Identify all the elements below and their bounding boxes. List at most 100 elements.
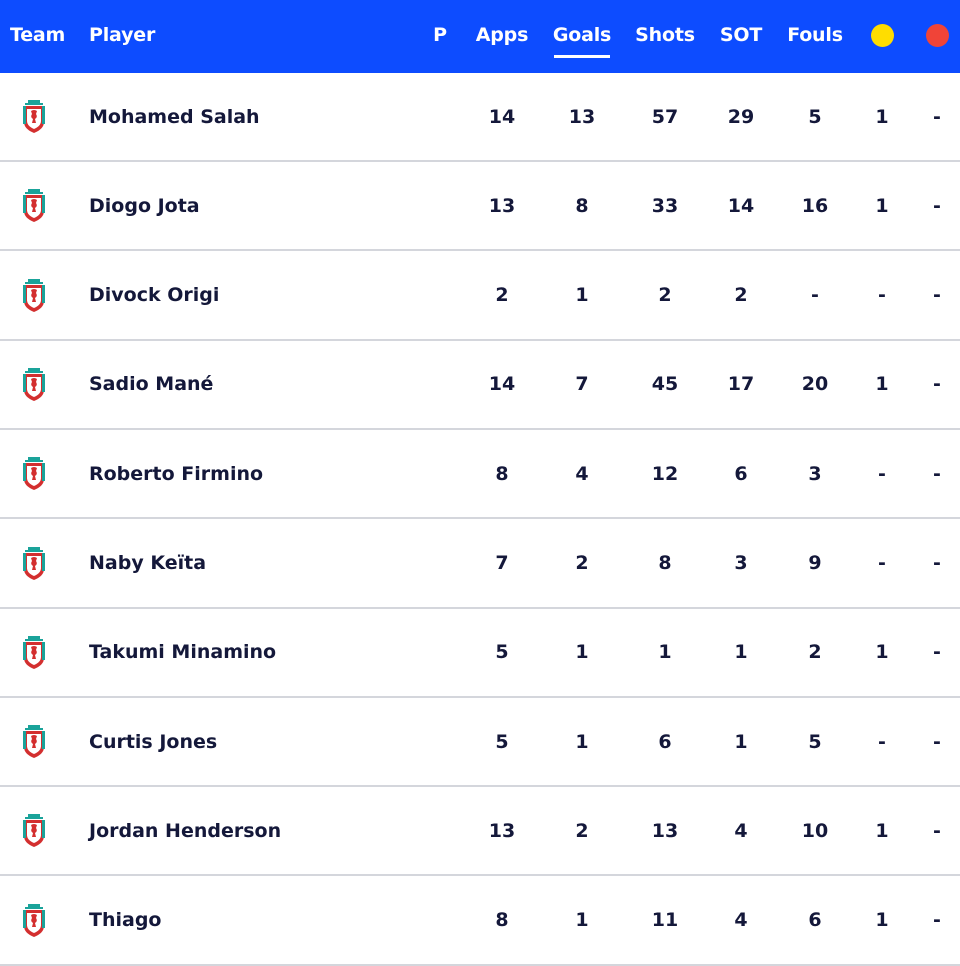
table-header: Team Player P Apps Goals Shots SOT Fouls — [0, 0, 960, 73]
cell-sot: 3 — [734, 552, 748, 574]
cell-shots: 33 — [651, 194, 679, 217]
cell-shots: 45 — [651, 373, 679, 396]
cell-yellow-cards: 1 — [875, 105, 889, 128]
liverpool-crest-icon — [22, 546, 46, 581]
liverpool-crest-icon — [22, 814, 46, 848]
column-header-red-cards[interactable] — [921, 0, 953, 70]
cell-apps: 2 — [495, 284, 509, 307]
cell-shots: 12 — [651, 462, 679, 485]
cell-red-cards: - — [933, 552, 941, 574]
cell-fouls: 2 — [808, 641, 822, 664]
cell-goals: 1 — [575, 730, 589, 753]
player-name[interactable]: Curtis Jones — [89, 698, 389, 785]
cell-yellow-cards: 1 — [875, 641, 889, 664]
column-header-yellow-cards[interactable] — [866, 0, 898, 70]
cell-apps: 14 — [488, 105, 516, 128]
cell-apps: 7 — [495, 552, 509, 574]
liverpool-crest-icon — [22, 725, 46, 759]
cell-yellow-cards: 1 — [875, 373, 889, 396]
liverpool-crest-icon — [22, 635, 46, 670]
cell-red-cards: - — [933, 462, 941, 485]
liverpool-crest-icon — [22, 903, 46, 938]
cell-shots: 13 — [651, 819, 679, 842]
cell-shots: 1 — [658, 641, 672, 664]
cell-fouls: 5 — [808, 105, 822, 128]
table-row[interactable]: Curtis Jones 5 1 6 1 5 - - — [0, 698, 960, 788]
cell-shots: 6 — [658, 730, 672, 753]
cell-apps: 8 — [495, 462, 509, 485]
column-header-team[interactable]: Team — [10, 0, 80, 70]
cell-fouls: - — [811, 284, 819, 307]
red-card-icon — [925, 23, 949, 47]
column-header-apps[interactable]: Apps — [467, 0, 537, 70]
cell-red-cards: - — [933, 373, 941, 396]
table-row[interactable]: Thiago 8 1 11 4 6 1- — [0, 877, 960, 966]
cell-red-cards: - — [933, 730, 941, 753]
cell-red-cards: - — [933, 105, 941, 128]
cell-sot: 17 — [727, 373, 755, 396]
player-name[interactable]: Divock Origi — [89, 252, 389, 339]
cell-goals: 2 — [575, 552, 589, 574]
player-name[interactable]: Roberto Firmino — [89, 430, 389, 517]
player-stats-table: Team Player P Apps Goals Shots SOT Fouls… — [0, 0, 960, 966]
cell-goals: 1 — [575, 909, 589, 932]
cell-fouls: 16 — [801, 194, 829, 217]
cell-goals: 8 — [575, 194, 589, 217]
player-name[interactable]: Thiago — [89, 877, 389, 964]
cell-goals: 1 — [575, 284, 589, 307]
cell-fouls: 6 — [808, 909, 822, 932]
cell-goals: 7 — [575, 373, 589, 396]
cell-yellow-cards: - — [878, 462, 886, 485]
table-row[interactable]: Divock Origi 2 1 2 2 - - - — [0, 252, 960, 341]
cell-apps: 8 — [495, 909, 509, 932]
cell-sot: 1 — [734, 730, 748, 753]
table-row[interactable]: Diogo Jota 13 8 33 14 16 1 - — [0, 162, 960, 252]
cell-shots: 11 — [651, 909, 679, 932]
player-name[interactable]: Takumi Minamino — [89, 609, 389, 696]
liverpool-crest-icon — [22, 367, 46, 402]
cell-yellow-cards: 1 — [875, 194, 889, 217]
table-row[interactable]: Sadio Mané 14 7 45 17 20 1 - — [0, 341, 960, 430]
player-name[interactable]: Sadio Mané — [89, 341, 389, 428]
table-row[interactable]: Roberto Firmino 8 4 12 6 3 - - — [0, 430, 960, 520]
cell-fouls: 10 — [801, 819, 829, 842]
player-name[interactable]: Jordan Henderson — [89, 787, 389, 874]
liverpool-crest-icon — [22, 100, 46, 134]
liverpool-crest-icon — [22, 457, 46, 491]
cell-yellow-cards: - — [878, 284, 886, 307]
table-row[interactable]: Takumi Minamino 5 1 1 1 2 1 - — [0, 609, 960, 698]
cell-goals: 13 — [568, 105, 596, 128]
cell-shots: 57 — [651, 105, 679, 128]
cell-apps: 5 — [495, 730, 509, 753]
table-row[interactable]: Naby Keïta 7 2 8 3 9 - - — [0, 520, 960, 609]
cell-apps: 13 — [488, 819, 516, 842]
column-header-fouls[interactable]: Fouls — [780, 0, 850, 70]
cell-red-cards: - — [933, 909, 941, 932]
cell-shots: 8 — [658, 552, 672, 574]
player-name[interactable]: Mohamed Salah — [89, 73, 389, 160]
cell-sot: 4 — [734, 909, 748, 932]
player-name[interactable]: Diogo Jota — [89, 162, 389, 249]
table-row[interactable]: Jordan Henderson 13 2 13 4 10 1 - — [0, 787, 960, 877]
cell-yellow-cards: 1 — [875, 909, 889, 932]
cell-yellow-cards: - — [878, 730, 886, 753]
column-header-player[interactable]: Player — [89, 0, 209, 70]
column-header-shots[interactable]: Shots — [630, 0, 700, 70]
cell-sot: 29 — [727, 105, 755, 128]
column-header-position[interactable]: P — [425, 0, 455, 70]
cell-sot: 1 — [734, 641, 748, 664]
cell-red-cards: - — [933, 819, 941, 842]
cell-goals: 2 — [575, 819, 589, 842]
cell-sot: 6 — [734, 462, 748, 485]
table-row[interactable]: Mohamed Salah 14 13 57 29 5 1 - — [0, 73, 960, 162]
column-header-goals[interactable]: Goals — [547, 0, 617, 70]
cell-fouls: 5 — [808, 730, 822, 753]
player-name[interactable]: Naby Keïta — [89, 520, 389, 607]
cell-yellow-cards: 1 — [875, 819, 889, 842]
cell-red-cards: - — [933, 284, 941, 307]
cell-sot: 4 — [734, 819, 748, 842]
cell-yellow-cards: - — [878, 552, 886, 574]
cell-apps: 5 — [495, 641, 509, 664]
column-header-sot[interactable]: SOT — [711, 0, 771, 70]
liverpool-crest-icon — [22, 278, 46, 313]
